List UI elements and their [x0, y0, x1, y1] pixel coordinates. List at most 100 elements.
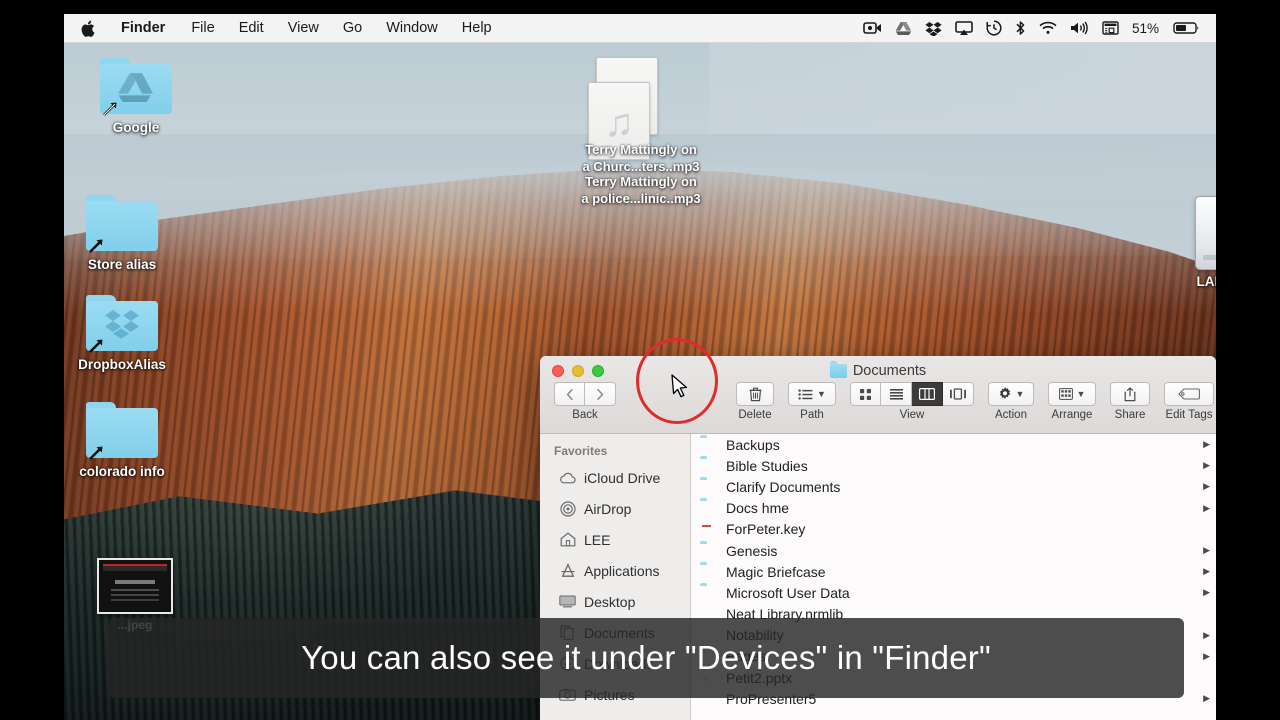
desktop-icon-dropbox-alias[interactable]: DropboxAlias [70, 295, 174, 372]
back-button[interactable] [554, 382, 585, 406]
dropbox-icon[interactable] [925, 21, 942, 36]
columns-icon [919, 388, 935, 400]
chevron-down-icon: ▼ [1015, 389, 1025, 399]
menu-item-edit[interactable]: Edit [227, 14, 276, 43]
table-row[interactable]: Clarify Documents ▶ [691, 476, 1216, 497]
list-view-button[interactable] [881, 382, 912, 406]
window-title-label: Documents [852, 363, 927, 379]
sidebar-item-airdrop[interactable]: AirDrop [540, 493, 690, 524]
folder-icon [700, 437, 719, 453]
disclosure-arrow-icon[interactable]: ▶ [1203, 693, 1210, 704]
desktop-icon-google[interactable]: Google [84, 58, 188, 135]
bluetooth-icon[interactable] [1015, 20, 1026, 36]
screen-recording-icon[interactable] [863, 21, 882, 35]
desktop-icon-label: Google [112, 120, 160, 135]
menu-item-view[interactable]: View [276, 14, 331, 43]
table-row[interactable]: Bible Studies ▶ [691, 455, 1216, 476]
battery-icon[interactable] [1173, 21, 1200, 35]
file-name: Magic Briefcase [726, 563, 826, 580]
disclosure-arrow-icon[interactable]: ▶ [1203, 481, 1210, 492]
time-machine-icon[interactable] [986, 20, 1002, 36]
icon-view-button[interactable] [850, 382, 881, 406]
disclosure-arrow-icon[interactable]: ▶ [1203, 587, 1210, 598]
alias-arrow-icon [103, 102, 117, 116]
disclosure-arrow-icon[interactable]: ▶ [1203, 503, 1210, 514]
menu-item-finder[interactable]: Finder [107, 14, 179, 43]
sidebar-item-applications[interactable]: Applications [540, 555, 690, 586]
arrange-button[interactable]: ▼ [1048, 382, 1096, 406]
menu-item-file[interactable]: File [179, 14, 226, 43]
arrange-grid-icon [1058, 388, 1073, 400]
back-label: Back [572, 409, 598, 421]
table-row[interactable]: Microsoft User Data ▶ [691, 582, 1216, 603]
sidebar-item-label: AirDrop [584, 500, 632, 517]
share-label: Share [1114, 409, 1146, 421]
letterbox-top [0, 0, 1280, 14]
letterbox-right [1216, 0, 1280, 720]
delete-button[interactable] [736, 382, 774, 406]
desktop-mp3-group[interactable]: ♪ ♫ Terry Mattingly on a Churc...ters..m… [560, 50, 710, 210]
apple-logo-icon[interactable] [78, 20, 107, 37]
table-row[interactable]: Genesis ▶ [691, 540, 1216, 561]
mp3-label-front: Terry Mattingly on a police...linic..mp3 [566, 173, 716, 207]
view-group: View [850, 382, 974, 421]
file-name: Clarify Documents [726, 478, 841, 495]
google-drive-icon[interactable] [895, 21, 912, 36]
folder-icon [700, 543, 719, 559]
coverflow-icon [950, 388, 966, 400]
folder-icon [700, 479, 719, 495]
menu-item-window[interactable]: Window [374, 14, 450, 43]
table-row[interactable]: Magic Briefcase ▶ [691, 561, 1216, 582]
view-label: View [899, 409, 925, 421]
mp3-label-line2: a police...linic..mp3 [581, 191, 701, 206]
disclosure-arrow-icon[interactable]: ▶ [1203, 566, 1210, 577]
cover-flow-view-button[interactable] [943, 382, 974, 406]
wifi-icon[interactable] [1039, 21, 1057, 35]
volume-icon[interactable] [1070, 21, 1089, 35]
action-button[interactable]: ▼ [988, 382, 1034, 406]
navigation-segmented-control [554, 382, 616, 406]
sidebar-section-favorites: Favorites [554, 444, 608, 458]
file-name: Backups [726, 436, 780, 453]
chevron-down-icon: ▼ [817, 389, 826, 399]
table-row[interactable]: Backups ▶ [691, 434, 1216, 455]
desktop-icon-label: DropboxAlias [78, 357, 166, 372]
mp3-label-back: Terry Mattingly on a Churc...ters..mp3 [566, 141, 716, 175]
chevron-down-icon: ▼ [1076, 389, 1086, 399]
arrange-group: ▼ Arrange [1048, 382, 1096, 421]
file-name: Microsoft User Data [726, 584, 850, 601]
sidebar-item-label: LEE [584, 531, 611, 548]
disclosure-arrow-icon[interactable]: ▶ [1203, 545, 1210, 556]
list-icon [889, 389, 903, 400]
input-source-icon[interactable] [1102, 21, 1119, 35]
battery-percent-label: 51% [1131, 20, 1159, 36]
path-list-icon [798, 388, 813, 400]
gear-icon [999, 387, 1010, 399]
airplay-icon[interactable] [955, 20, 973, 36]
edit-tags-button[interactable] [1164, 382, 1214, 406]
chevron-right-icon [597, 388, 604, 400]
forward-button[interactable] [585, 382, 616, 406]
path-button[interactable]: ▼ [788, 382, 836, 406]
image-thumbnail [97, 558, 173, 614]
desktop-icon-store-alias[interactable]: Store alias [70, 195, 174, 272]
share-button[interactable] [1110, 382, 1150, 406]
disclosure-arrow-icon[interactable]: ▶ [1203, 630, 1210, 641]
menu-item-help[interactable]: Help [450, 14, 504, 43]
disclosure-arrow-icon[interactable]: ▶ [1203, 651, 1210, 662]
share-icon [1124, 386, 1136, 401]
table-row[interactable]: ForPeter.key [691, 519, 1216, 540]
sidebar-item-icloud-drive[interactable]: iCloud Drive [540, 462, 690, 493]
sidebar-item-desktop[interactable]: Desktop [540, 586, 690, 617]
share-group: Share [1110, 382, 1150, 421]
menu-item-go[interactable]: Go [331, 14, 374, 43]
disclosure-arrow-icon[interactable]: ▶ [1203, 460, 1210, 471]
disclosure-arrow-icon[interactable]: ▶ [1203, 439, 1210, 450]
folder-icon [700, 500, 719, 516]
mp3-label-line1: Terry Mattingly on [585, 142, 697, 157]
sidebar-item-lee[interactable]: LEE [540, 524, 690, 555]
desktop-icon-colorado-info[interactable]: colorado info [70, 402, 174, 479]
mouse-pointer [671, 374, 688, 398]
column-view-button[interactable] [912, 382, 943, 406]
table-row[interactable]: Docs hme ▶ [691, 498, 1216, 519]
